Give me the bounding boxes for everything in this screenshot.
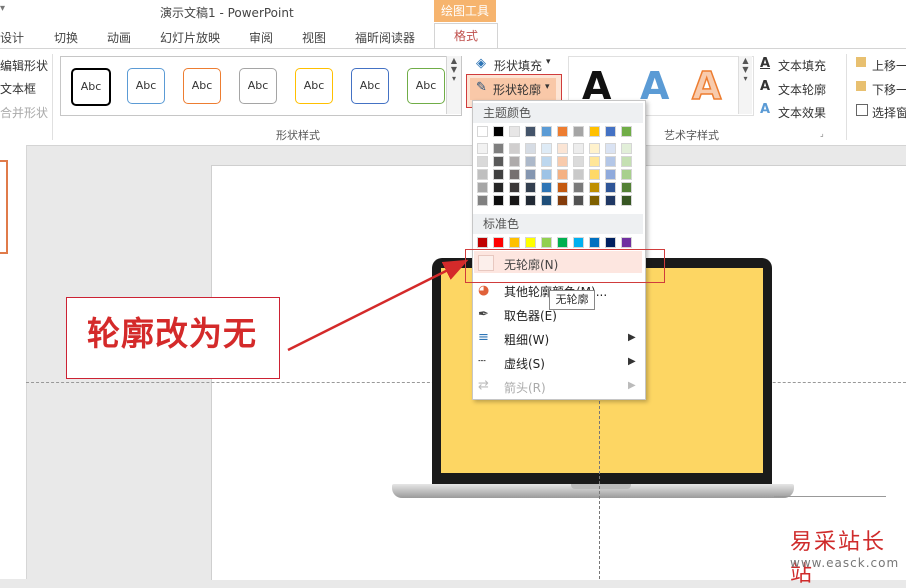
eyedropper-icon: ✒ [478,307,489,322]
theme-shade-swatch[interactable] [589,143,600,154]
theme-shade-swatch[interactable] [541,156,552,167]
theme-shade-swatch[interactable] [605,195,616,206]
theme-shade-swatch[interactable] [541,143,552,154]
weight-item[interactable]: 粗细(W) [504,331,549,348]
theme-shade-swatch[interactable] [477,195,488,206]
theme-shade-swatch[interactable] [573,195,584,206]
theme-shade-swatch[interactable] [477,182,488,193]
theme-shade-swatch[interactable] [589,182,600,193]
theme-shade-swatch[interactable] [541,169,552,180]
submenu-arrow-icon: ▶ [628,356,636,367]
theme-shade-swatch[interactable] [557,195,568,206]
arrows-item[interactable]: 箭头(R) [504,379,546,396]
theme-shade-swatch[interactable] [589,195,600,206]
standard-color-swatch[interactable] [525,237,536,248]
arrows-icon: ⇄ [478,378,489,393]
theme-shade-swatch[interactable] [493,156,504,167]
theme-shade-swatch[interactable] [573,182,584,193]
theme-shade-swatch[interactable] [493,182,504,193]
theme-shade-swatch[interactable] [525,156,536,167]
theme-shade-swatch[interactable] [509,143,520,154]
theme-shade-swatch[interactable] [605,169,616,180]
eyedropper-item[interactable]: 取色器(E) [504,307,557,324]
theme-shade-swatch[interactable] [557,156,568,167]
theme-shade-swatch[interactable] [525,182,536,193]
annotation-arrow [287,259,469,352]
theme-shade-swatch[interactable] [605,156,616,167]
standard-color-swatch[interactable] [557,237,568,248]
standard-color-swatch[interactable] [573,237,584,248]
theme-color-swatch[interactable] [557,126,568,137]
theme-shade-swatch[interactable] [605,182,616,193]
theme-shade-swatch[interactable] [589,169,600,180]
theme-color-swatch[interactable] [605,126,616,137]
standard-color-swatch[interactable] [589,237,600,248]
theme-shade-swatch[interactable] [573,143,584,154]
theme-shade-swatch[interactable] [477,156,488,167]
theme-shade-swatch[interactable] [541,182,552,193]
theme-shade-swatch[interactable] [605,143,616,154]
standard-color-swatch[interactable] [493,237,504,248]
theme-color-swatch[interactable] [621,126,632,137]
theme-shade-swatch[interactable] [525,143,536,154]
theme-shade-swatch[interactable] [477,143,488,154]
theme-shade-swatch[interactable] [589,156,600,167]
theme-shade-swatch[interactable] [557,143,568,154]
standard-color-swatch[interactable] [509,237,520,248]
theme-shade-swatch[interactable] [621,169,632,180]
theme-shade-swatch[interactable] [573,156,584,167]
submenu-arrow-icon: ▶ [628,380,636,391]
theme-shade-swatch[interactable] [557,182,568,193]
watermark-url: www.easck.com [790,556,900,570]
theme-shade-swatch[interactable] [557,169,568,180]
theme-color-swatch[interactable] [589,126,600,137]
theme-color-swatch[interactable] [493,126,504,137]
theme-shade-swatch[interactable] [525,169,536,180]
line-weight-icon: ≡ [478,330,489,345]
submenu-arrow-icon: ▶ [628,332,636,343]
theme-shade-swatch[interactable] [493,169,504,180]
theme-color-swatch[interactable] [525,126,536,137]
standard-color-swatch[interactable] [541,237,552,248]
theme-shade-swatch[interactable] [525,195,536,206]
theme-shade-swatch[interactable] [509,182,520,193]
theme-shade-swatch[interactable] [621,182,632,193]
theme-color-swatch[interactable] [541,126,552,137]
standard-color-swatch[interactable] [605,237,616,248]
theme-shade-swatch[interactable] [477,169,488,180]
color-wheel-icon: ◕ [478,283,490,298]
theme-shade-swatch[interactable] [541,195,552,206]
theme-shade-swatch[interactable] [573,169,584,180]
theme-shade-swatch[interactable] [509,169,520,180]
theme-colors-header: 主题颜色 [473,103,643,123]
theme-shade-swatch[interactable] [509,195,520,206]
dashes-item[interactable]: 虚线(S) [504,355,545,372]
theme-color-swatch[interactable] [573,126,584,137]
no-outline-highlight-box [465,249,665,283]
standard-colors-header: 标准色 [473,214,643,234]
theme-shade-swatch[interactable] [493,143,504,154]
theme-color-swatch[interactable] [477,126,488,137]
theme-shade-swatch[interactable] [509,156,520,167]
theme-shade-swatch[interactable] [621,195,632,206]
theme-shade-swatch[interactable] [493,195,504,206]
standard-color-swatch[interactable] [477,237,488,248]
dash-line-icon: ┄ [478,354,486,369]
standard-color-swatch[interactable] [621,237,632,248]
theme-color-swatch[interactable] [509,126,520,137]
theme-shade-swatch[interactable] [621,143,632,154]
theme-shade-swatch[interactable] [621,156,632,167]
